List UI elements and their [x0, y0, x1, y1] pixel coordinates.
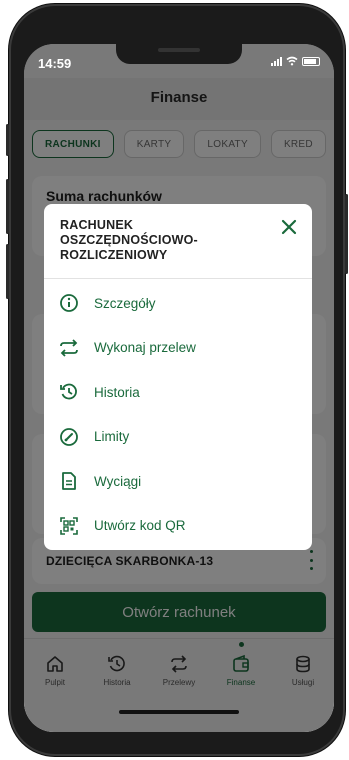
side-button — [6, 179, 9, 234]
status-icons — [271, 56, 320, 66]
menu-item-wykonaj-przelew[interactable]: Wykonaj przelew — [44, 326, 312, 371]
menu-item-limity[interactable]: Limity — [44, 415, 312, 460]
menu-item-label: Utwórz kod QR — [94, 518, 186, 534]
phone-screen: 14:59 Finanse RACHUNKI KARTY LOKATY KRED… — [24, 44, 334, 732]
menu-item-utworz-kod-qr[interactable]: Utwórz kod QR — [44, 504, 312, 549]
menu-item-historia[interactable]: Historia — [44, 370, 312, 415]
history-icon — [60, 383, 77, 400]
menu-item-label: Limity — [94, 429, 130, 445]
signal-icon — [271, 56, 282, 66]
status-time: 14:59 — [38, 56, 72, 71]
speaker — [158, 48, 200, 52]
battery-icon — [302, 56, 320, 66]
modal-header: RACHUNEK OSZCZĘDNOŚCIOWO-ROZLICZENIOWY — [44, 204, 312, 278]
document-icon — [62, 472, 76, 491]
modal-menu: Szczegóły Wykonaj przelew Historia Limit… — [44, 279, 312, 548]
side-button — [6, 244, 9, 299]
menu-item-szczegoly[interactable]: Szczegóły — [44, 281, 312, 326]
side-button — [345, 194, 348, 274]
gauge-icon — [60, 427, 78, 446]
side-button — [6, 124, 9, 156]
info-icon — [60, 294, 78, 313]
menu-item-label: Wyciągi — [94, 473, 142, 489]
wifi-icon — [286, 56, 298, 66]
menu-item-label: Szczegóły — [94, 295, 156, 311]
close-icon[interactable] — [278, 216, 300, 238]
modal-title: RACHUNEK OSZCZĘDNOŚCIOWO-ROZLICZENIOWY — [60, 218, 198, 262]
account-options-modal: RACHUNEK OSZCZĘDNOŚCIOWO-ROZLICZENIOWY S… — [44, 204, 312, 550]
transfer-icon — [60, 339, 78, 357]
notch — [116, 44, 242, 64]
menu-item-label: Historia — [94, 384, 140, 400]
qr-code-icon — [60, 516, 78, 535]
menu-item-wyciagi[interactable]: Wyciągi — [44, 459, 312, 504]
menu-item-label: Wykonaj przelew — [94, 340, 196, 356]
